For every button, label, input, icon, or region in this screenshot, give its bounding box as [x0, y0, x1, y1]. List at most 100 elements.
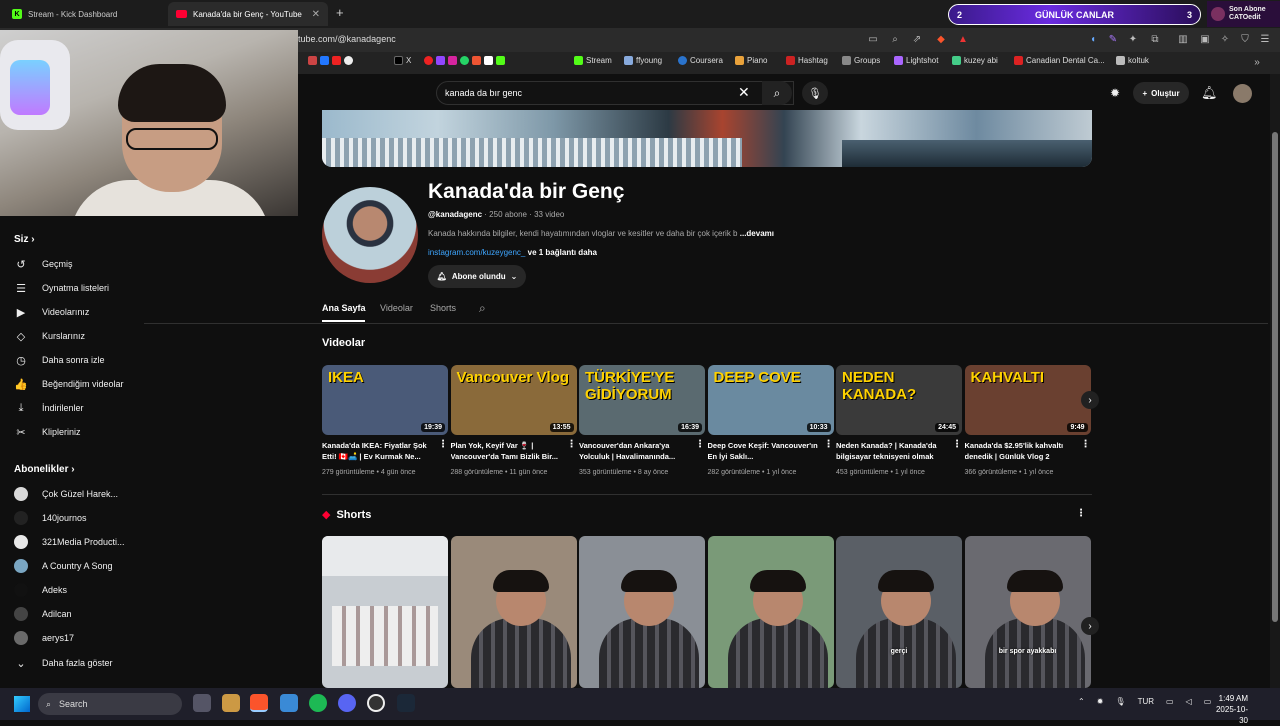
- tab-shorts[interactable]: Shorts: [430, 303, 456, 313]
- gear-icon[interactable]: ✹: [1110, 86, 1120, 100]
- video-title[interactable]: Plan Yok, Keyif Var 🍷 | Vancouver'da Tam…: [451, 440, 563, 464]
- spotify-icon[interactable]: [309, 694, 327, 712]
- video-thumbnail[interactable]: DEEP COVE 10:33: [707, 365, 834, 435]
- tab-videos[interactable]: Videolar: [380, 303, 413, 313]
- subscription-item[interactable]: Çok Güzel Harek...: [14, 484, 140, 504]
- bookmark-ffyoung[interactable]: ffyoung: [624, 56, 662, 65]
- video-thumbnail[interactable]: IKEA 19:39: [322, 365, 448, 435]
- whatsapp-icon[interactable]: [460, 56, 469, 65]
- outlook-icon[interactable]: [320, 56, 329, 65]
- subscription-item[interactable]: Adilcan: [14, 604, 140, 624]
- app-icon[interactable]: [222, 694, 240, 712]
- windows-start-icon[interactable]: [14, 696, 30, 712]
- youtube-bookmark-icon[interactable]: [332, 56, 341, 65]
- browser-tab-kick[interactable]: K Stream - Kick Dashboard: [4, 2, 168, 26]
- video-menu-icon[interactable]: ⋮: [567, 439, 577, 450]
- sidebar-item[interactable]: ✂ Klipleriniz: [14, 422, 140, 442]
- video-menu-icon[interactable]: ⋮: [824, 439, 834, 450]
- avatar[interactable]: [1233, 84, 1252, 103]
- vpn-icon[interactable]: ⛉: [1238, 33, 1252, 47]
- shorts-menu-icon[interactable]: ⋮: [1076, 508, 1086, 519]
- language-indicator[interactable]: TUR: [1138, 697, 1154, 706]
- url-field[interactable]: tube.com/@kanadagenc: [298, 34, 396, 44]
- task-view-icon[interactable]: [193, 694, 211, 712]
- steam-icon[interactable]: [397, 694, 415, 712]
- channel-links[interactable]: instagram.com/kuzeygenc_ ve 1 bağlantı d…: [428, 248, 597, 257]
- video-menu-icon[interactable]: ⋮: [438, 439, 448, 450]
- tab-home[interactable]: Ana Sayfa: [322, 303, 366, 313]
- brave-shield-icon[interactable]: ◆: [934, 33, 948, 47]
- video-title[interactable]: Deep Cove Keşif: Vancouver'ın En İyi Sak…: [708, 440, 820, 464]
- zoom-icon[interactable]: ⌕: [888, 33, 902, 47]
- cast-icon[interactable]: ▭: [866, 33, 880, 47]
- video-menu-icon[interactable]: ⋮: [695, 439, 705, 450]
- extensions-icon[interactable]: ✦: [1126, 33, 1140, 47]
- sidebar-item[interactable]: ⤓ İndirilenler: [14, 398, 140, 418]
- network-icon[interactable]: ▭: [1166, 697, 1174, 706]
- sidebar-item[interactable]: ↺ Geçmiş: [14, 254, 140, 274]
- chrome-icon[interactable]: [344, 56, 353, 65]
- short-thumbnail[interactable]: [707, 536, 834, 688]
- gear-icon[interactable]: ✹: [1097, 697, 1104, 706]
- next-shorts-button[interactable]: ›: [1081, 617, 1099, 635]
- gmail-icon[interactable]: [308, 56, 317, 65]
- clear-search-icon[interactable]: ✕: [738, 84, 750, 101]
- close-tab-icon[interactable]: ✕: [312, 9, 320, 20]
- clock[interactable]: 1:49 AM 2025-10-30: [1210, 693, 1248, 726]
- brave-rewards-icon[interactable]: ▲: [956, 33, 970, 47]
- more-link[interactable]: ...devamı: [740, 229, 774, 238]
- bookmark-groups[interactable]: Groups: [842, 56, 880, 65]
- sidebar-item[interactable]: ◷ Daha sonra izle: [14, 350, 140, 370]
- tumblr-icon[interactable]: [472, 56, 481, 65]
- browser-tab-youtube[interactable]: Kanada'da bir Genç - YouTube ✕: [168, 2, 328, 26]
- wallet-icon[interactable]: ▣: [1198, 33, 1212, 47]
- show-more-button[interactable]: ⌄ Daha fazla göster: [14, 653, 140, 673]
- sidebar-you-heading[interactable]: Siz ›: [14, 234, 35, 245]
- share-icon[interactable]: ⇗: [910, 33, 924, 47]
- amazon-icon[interactable]: [484, 56, 493, 65]
- explorer-icon[interactable]: [280, 694, 298, 712]
- sidebar-item[interactable]: 👍 Beğendiğim videolar: [14, 374, 140, 394]
- twitch-icon[interactable]: [436, 56, 445, 65]
- subscription-item[interactable]: 140journos: [14, 508, 140, 528]
- bookmark-piano[interactable]: Piano: [735, 56, 767, 65]
- leo-ai-icon[interactable]: ✧: [1218, 33, 1232, 47]
- bookmark-coursera[interactable]: Coursera: [678, 56, 723, 65]
- short-thumbnail[interactable]: [579, 536, 705, 688]
- screenshot-icon[interactable]: ⧉: [1148, 33, 1162, 47]
- instagram-icon[interactable]: [448, 56, 457, 65]
- bookmark-x[interactable]: X: [394, 56, 411, 65]
- video-thumbnail[interactable]: NEDEN KANADA? 24:45: [836, 365, 962, 435]
- mic-icon[interactable]: 🎙: [1115, 697, 1125, 706]
- kick-bookmark-icon[interactable]: [496, 56, 505, 65]
- brave-icon[interactable]: [250, 694, 268, 712]
- bookmark-hashtag[interactable]: Hashtag: [786, 56, 828, 65]
- video-title[interactable]: Neden Kanada? | Kanada'da bilgisayar tek…: [836, 440, 948, 464]
- new-tab-button[interactable]: +: [336, 5, 344, 20]
- menu-icon[interactable]: ☰: [1258, 33, 1272, 47]
- page-scrollbar[interactable]: [1270, 74, 1280, 688]
- leo-icon[interactable]: ◖: [1086, 33, 1100, 47]
- bookmark-lightshot[interactable]: Lightshot: [894, 56, 938, 65]
- instagram-link[interactable]: instagram.com/kuzeygenc_: [428, 248, 525, 257]
- create-button[interactable]: + Oluştur: [1133, 82, 1189, 104]
- more-links[interactable]: ve 1 bağlantı daha: [528, 248, 597, 257]
- subscription-item[interactable]: A Country A Song: [14, 556, 140, 576]
- video-title[interactable]: Kanada'da IKEA: Fiyatlar Şok Etti! 🇨🇦🛋️ …: [322, 440, 434, 464]
- scrollbar-thumb[interactable]: [1272, 132, 1278, 622]
- sidebar-item[interactable]: ☰ Oynatma listeleri: [14, 278, 140, 298]
- video-menu-icon[interactable]: ⋮: [952, 439, 962, 450]
- sidebar-item[interactable]: ◇ Kurslarınız: [14, 326, 140, 346]
- video-title[interactable]: Kanada'da $2.95'lik kahvaltı denedik | G…: [965, 440, 1077, 464]
- sidebar-subscriptions-heading[interactable]: Abonelikler ›: [14, 464, 75, 475]
- bookmark-koltuk[interactable]: koltuk: [1116, 56, 1149, 65]
- video-menu-icon[interactable]: ⋮: [1081, 439, 1091, 450]
- channel-description[interactable]: Kanada hakkında bilgiler, kendi hayatımı…: [428, 229, 774, 238]
- next-videos-button[interactable]: ›: [1081, 391, 1099, 409]
- voice-search-button[interactable]: 🎙: [802, 81, 828, 105]
- short-thumbnail[interactable]: [322, 536, 448, 688]
- video-title[interactable]: Vancouver'dan Ankara'ya Yolculuk | Haval…: [579, 440, 691, 464]
- sidebar-toggle-icon[interactable]: ▥: [1176, 33, 1190, 47]
- subscription-item[interactable]: 321Media Producti...: [14, 532, 140, 552]
- sidebar-item[interactable]: ▶ Videolarınız: [14, 302, 140, 322]
